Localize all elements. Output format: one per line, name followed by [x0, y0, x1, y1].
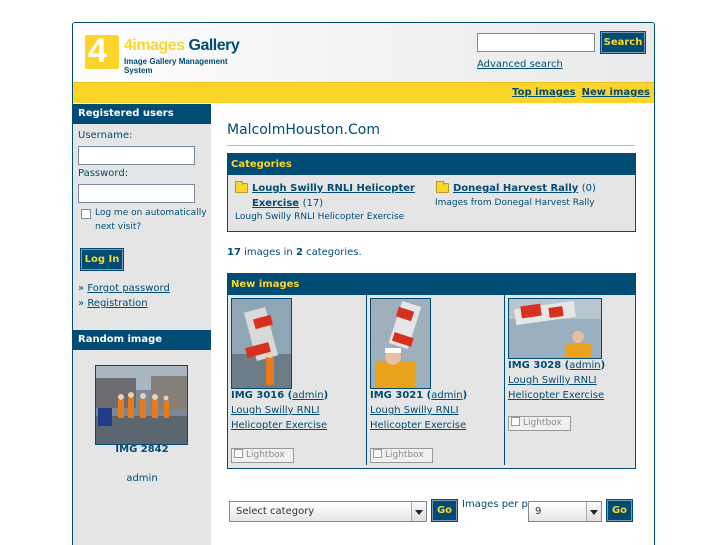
random-image-photo: [96, 366, 187, 444]
image-title-row-2: IMG 3021 (admin): [370, 390, 468, 401]
category-item-1: Lough Swilly RNLI Helicopter Exercise (1…: [252, 183, 415, 209]
folder-icon: [436, 181, 449, 193]
registration-link[interactable]: Registration: [87, 298, 147, 309]
sidebar: Registered users Username: Password: Log…: [73, 104, 211, 545]
username-input[interactable]: [78, 146, 195, 165]
images-per-page-go-button[interactable]: Go: [606, 499, 633, 522]
image-thumbnail-2[interactable]: [370, 298, 431, 389]
autologin-label: Log me on automatically next visit?: [95, 208, 207, 232]
lightbox-button-1[interactable]: Lightbox: [231, 448, 294, 463]
page-frame: 4 4images Gallery Image Gallery Manageme…: [72, 22, 655, 545]
category-item-2: Donegal Harvest Rally (0): [453, 183, 596, 194]
thumbnail-photo: [232, 299, 291, 388]
image-category-link-2[interactable]: Lough Swilly RNLI Helicopter Exercise: [370, 405, 466, 431]
folder-icon: [235, 181, 248, 193]
logo-subtitle: Image Gallery Management System: [124, 57, 228, 75]
random-image-heading: Random image: [73, 330, 211, 350]
logo-title: 4images Gallery: [124, 37, 240, 54]
page-title: MalcolmHouston.Com: [227, 122, 380, 138]
images-per-page-select[interactable]: 9: [528, 501, 602, 522]
image-user-link-1[interactable]: admin: [292, 390, 323, 401]
new-images-link[interactable]: New images: [582, 87, 650, 98]
main-content: MalcolmHouston.Com Categories Lough Swil…: [211, 104, 654, 545]
password-label: Password:: [78, 168, 129, 179]
image-title-row-1: IMG 3016 (admin): [231, 390, 329, 401]
forgot-password-row: » Forgot password: [78, 283, 170, 294]
lightbox-button-2[interactable]: Lightbox: [370, 448, 433, 463]
categories-box: Categories Lough Swilly RNLI Helicopter …: [227, 153, 636, 232]
login-button[interactable]: Log In: [80, 248, 124, 271]
random-image-user: admin: [126, 473, 158, 484]
thumbnail-photo: [509, 299, 601, 358]
lightbox-checkbox-icon: [373, 449, 382, 458]
password-input[interactable]: [78, 184, 195, 203]
search-button[interactable]: Search: [600, 31, 646, 54]
image-category-2: Lough Swilly RNLI Helicopter Exercise: [370, 403, 502, 433]
autologin-checkbox[interactable]: [81, 209, 91, 219]
header: 4 4images Gallery Image Gallery Manageme…: [73, 23, 654, 82]
image-thumbnail-1[interactable]: [231, 298, 292, 389]
top-links: Top images New images: [506, 87, 650, 98]
image-user-link-2[interactable]: admin: [431, 390, 462, 401]
thumbnail-photo: [371, 299, 430, 388]
image-category-1: Lough Swilly RNLI Helicopter Exercise: [231, 403, 363, 433]
image-card-1: IMG 3016 (admin) Lough Swilly RNLI Helic…: [228, 295, 367, 465]
categories-heading: Categories: [228, 154, 635, 175]
image-title-row-3: IMG 3028 (admin): [508, 360, 606, 371]
registered-users-heading: Registered users: [73, 104, 211, 124]
username-label: Username:: [78, 130, 133, 141]
new-images-heading: New images: [228, 274, 635, 295]
category-select[interactable]: Select category: [229, 501, 427, 522]
lightbox-checkbox-icon: [511, 417, 520, 426]
image-category-link-3[interactable]: Lough Swilly RNLI Helicopter Exercise: [508, 375, 604, 401]
chevron-down-icon: [586, 502, 601, 521]
advanced-search-link[interactable]: Advanced search: [477, 59, 563, 70]
category-go-button[interactable]: Go: [431, 499, 458, 522]
category-link-1[interactable]: Lough Swilly RNLI Helicopter Exercise: [252, 183, 415, 209]
top-nav-bar: Top images New images: [73, 82, 654, 103]
registration-row: » Registration: [78, 298, 148, 309]
top-images-link[interactable]: Top images: [512, 87, 576, 98]
random-image-title[interactable]: IMG 2842: [73, 444, 211, 455]
chevron-down-icon: [411, 502, 426, 521]
image-category-link-1[interactable]: Lough Swilly RNLI Helicopter Exercise: [231, 405, 327, 431]
image-thumbnail-3[interactable]: [508, 298, 602, 359]
new-images-box: New images IMG 3016 (admin) Lough Swilly…: [227, 273, 636, 469]
lightbox-checkbox-icon: [234, 449, 243, 458]
image-user-link-3[interactable]: admin: [569, 360, 600, 371]
category-link-2[interactable]: Donegal Harvest Rally: [453, 183, 578, 194]
title-divider: [227, 145, 635, 146]
image-category-3: Lough Swilly RNLI Helicopter Exercise: [508, 373, 608, 403]
forgot-password-link[interactable]: Forgot password: [87, 283, 170, 294]
search-input[interactable]: [477, 33, 595, 52]
category-desc-2: Images from Donegal Harvest Rally: [435, 198, 595, 208]
logo-badge: 4: [85, 33, 119, 69]
site-logo[interactable]: 4 4images Gallery Image Gallery Manageme…: [85, 33, 255, 75]
category-desc-1: Lough Swilly RNLI Helicopter Exercise: [235, 212, 405, 222]
image-card-2: IMG 3021 (admin) Lough Swilly RNLI Helic…: [367, 295, 505, 465]
lightbox-button-3[interactable]: Lightbox: [508, 416, 571, 431]
random-image-thumbnail[interactable]: [95, 365, 188, 445]
image-count-summary: 17 images in 2 categories.: [227, 247, 362, 258]
image-card-3: IMG 3028 (admin) Lough Swilly RNLI Helic…: [505, 295, 635, 465]
